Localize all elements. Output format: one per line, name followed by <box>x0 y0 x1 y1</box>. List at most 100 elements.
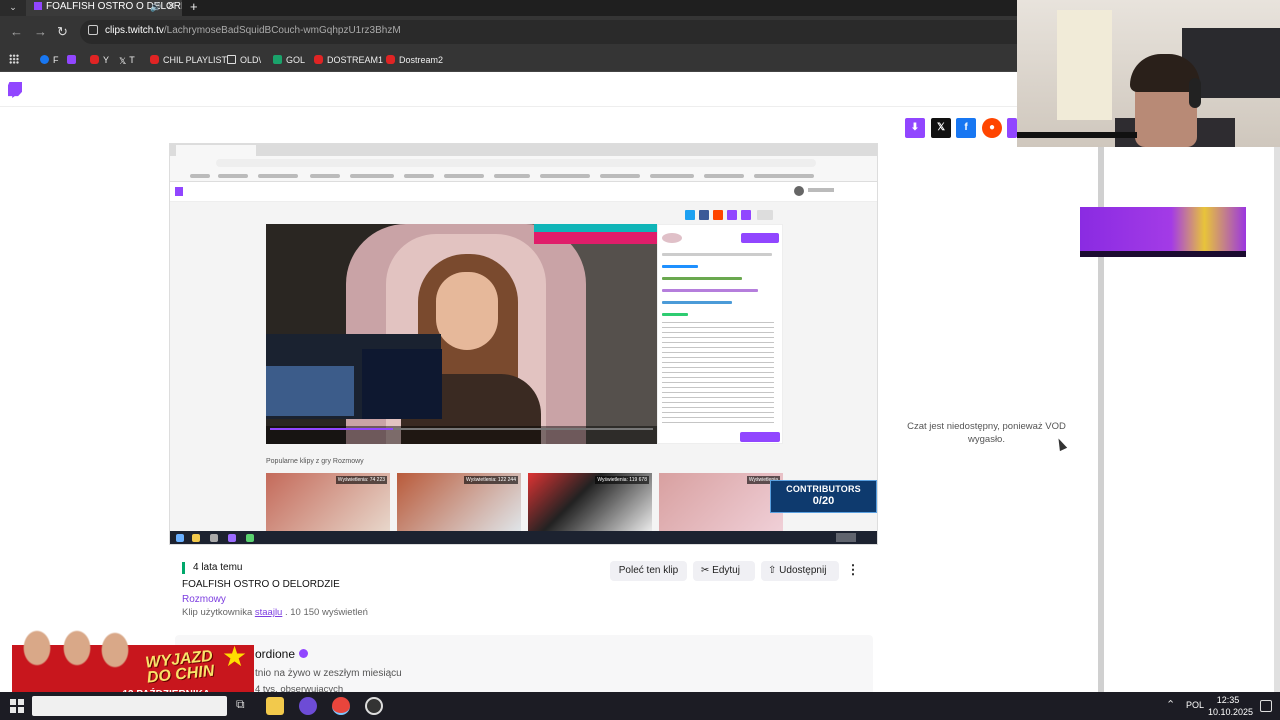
forward-arrow-icon[interactable]: → <box>34 24 47 40</box>
video-inner-addressbar <box>170 156 877 170</box>
promo-people <box>15 618 145 698</box>
obs-icon[interactable] <box>365 697 383 715</box>
chat-unavailable-message: Czat jest niedostępny, ponieważ VOD wyga… <box>907 421 1066 445</box>
bookmark-twitch[interactable] <box>67 54 80 66</box>
youtube-icon <box>150 55 159 64</box>
youtube-icon <box>314 55 323 64</box>
clip-views: . 10 150 wyświetleń <box>282 607 368 618</box>
bookmark-f[interactable]: F <box>40 54 59 66</box>
video-inner-header <box>170 182 877 202</box>
video-inner-tabbar <box>170 144 877 156</box>
folder-icon <box>227 55 236 64</box>
bookmark-dostream1[interactable]: DOSTREAM1 <box>314 54 383 66</box>
scissors-icon: ✂ <box>701 565 713 576</box>
inner-follow-button <box>741 233 779 243</box>
tab-audio-icon[interactable]: 🔊 <box>150 0 161 14</box>
clip-age: 4 lata temu <box>182 562 242 574</box>
bookmark-t[interactable]: 𝕏T <box>119 54 135 66</box>
screen: ⌄ FOALFISH OSTRO O DELORD 🔊 ✕ + ← → ↻ cl… <box>0 0 1280 720</box>
url-text: clips.twitch.tv/LachrymoseBadSquidBCouch… <box>105 25 401 36</box>
youtube-icon <box>386 55 395 64</box>
ad-banner[interactable] <box>1080 207 1246 257</box>
chrome-browser-icon[interactable] <box>332 697 350 715</box>
recommend-button[interactable]: Poleć ten klip <box>610 561 687 581</box>
url-path: /LachrymoseBadSquidBCouch-wmGqhpzU1rz3Bh… <box>163 25 401 36</box>
file-explorer-icon[interactable] <box>266 697 284 715</box>
tab-title: FOALFISH OSTRO O DELORD <box>46 1 182 12</box>
video-controls <box>266 426 657 444</box>
pip-image-right <box>362 349 442 419</box>
contributors-count: 0/20 <box>812 495 835 507</box>
bookmark-y[interactable]: Y <box>90 54 109 66</box>
stream-alert-bar <box>534 224 657 232</box>
x-logo-icon: 𝕏 <box>119 56 127 66</box>
facebook-share-icon[interactable]: f <box>956 118 976 138</box>
opera-browser-icon[interactable] <box>299 697 317 715</box>
twitch-logo-icon[interactable] <box>8 82 22 98</box>
contributors-title: CONTRIBUTORS <box>786 484 861 494</box>
video-inner-url <box>216 159 816 167</box>
video-progress-bar[interactable] <box>270 428 653 430</box>
verified-badge-icon <box>299 649 309 658</box>
x-share-icon[interactable]: 𝕏 <box>931 118 951 138</box>
clip-thumbnail-4: Wyświetlenia <box>659 473 783 533</box>
notification-icon[interactable] <box>1260 700 1272 712</box>
page-scrollbar[interactable] <box>1274 147 1280 692</box>
site-info-icon[interactable] <box>88 25 98 35</box>
url-host: clips.twitch.tv <box>105 25 164 36</box>
inner-twitch-logo-icon <box>175 187 183 196</box>
bookmark-gol[interactable]: GOL <box>273 54 305 66</box>
popular-clips-label: Popularne klipy z gry Rozmowy <box>266 458 364 465</box>
reddit-share-icon[interactable]: ● <box>982 118 1002 138</box>
browser-toolbar: ← → ↻ clips.twitch.tv/LachrymoseBadSquid… <box>0 16 1018 48</box>
youtube-icon <box>90 55 99 64</box>
reload-icon[interactable]: ↻ <box>57 24 68 40</box>
pip-image-left <box>266 366 354 416</box>
windows-start-icon[interactable] <box>10 699 24 713</box>
clip-title: FOALFISH OSTRO O DELORDZIE <box>182 579 340 590</box>
embed-share-icon[interactable] <box>1007 118 1017 138</box>
streamer-face <box>436 272 498 350</box>
bookmark-folder-old[interactable]: OLD\ <box>227 54 261 66</box>
upload-icon: ⇧ <box>768 565 780 576</box>
download-icon[interactable]: ⬇ <box>905 118 925 138</box>
facebook-icon <box>40 55 49 64</box>
back-arrow-icon[interactable]: ← <box>10 24 23 40</box>
more-options-icon[interactable]: ⋮ <box>845 561 861 581</box>
inner-username <box>808 188 834 192</box>
webcam-overlay <box>1017 0 1280 147</box>
video-inner-taskbar <box>170 531 877 544</box>
bookmark-dostream2[interactable]: Dostream2 <box>386 54 443 66</box>
browser-tab-bar: ⌄ FOALFISH OSTRO O DELORD 🔊 ✕ + <box>0 0 1018 16</box>
language-indicator[interactable]: POL <box>1186 700 1204 710</box>
tab-close-icon[interactable]: ✕ <box>167 0 175 14</box>
ascii-art-message <box>662 321 774 425</box>
tray-expand-icon[interactable]: ⌃ <box>1166 698 1175 711</box>
address-bar[interactable]: clips.twitch.tv/LachrymoseBadSquidBCouch… <box>80 20 1018 44</box>
edit-button[interactable]: ✂ Edytuj <box>693 561 755 581</box>
channel-card: ordione tnio na żywo w zeszłym miesiącu … <box>175 635 873 695</box>
taskbar-clock[interactable]: 12:35 10.10.2025 <box>1208 694 1253 718</box>
task-view-icon[interactable]: ⧉ <box>236 697 254 715</box>
inner-chat-button <box>740 432 780 442</box>
clip-thumbnail-1: Wyświetlenia: 74 223 <box>266 473 390 533</box>
inner-clock <box>836 533 856 542</box>
contributors-overlay: CONTRIBUTORS 0/20 <box>770 480 877 513</box>
bookmark-chil-playlist[interactable]: CHIL PLAYLIST <box>150 54 227 66</box>
twitch-icon <box>67 55 76 64</box>
game-link[interactable]: Rozmowy <box>182 594 226 605</box>
clip-video-player[interactable]: Popularne klipy z gry Rozmowy Wyświetlen… <box>169 143 878 545</box>
microphone-arm <box>1017 132 1137 138</box>
apps-grid-icon[interactable] <box>9 54 19 64</box>
video-inner-tab <box>176 145 256 156</box>
inner-avatar-icon <box>794 186 804 196</box>
tab-search-menu-icon[interactable]: ⌄ <box>0 0 26 16</box>
star-icon: ★ <box>222 641 248 672</box>
new-tab-icon[interactable]: + <box>190 0 198 14</box>
share-button[interactable]: ⇧ Udostępnij <box>761 561 839 581</box>
channel-last-live: tnio na żywo w zeszłym miesiącu <box>255 668 402 679</box>
taskbar-search-box[interactable] <box>32 696 227 716</box>
twitch-favicon-icon <box>34 2 42 10</box>
clip-thumbnail-2: Wyświetlenia: 122 244 <box>397 473 521 533</box>
windows-taskbar: ⧉ ⌃ POL 12:35 10.10.2025 <box>0 692 1280 720</box>
